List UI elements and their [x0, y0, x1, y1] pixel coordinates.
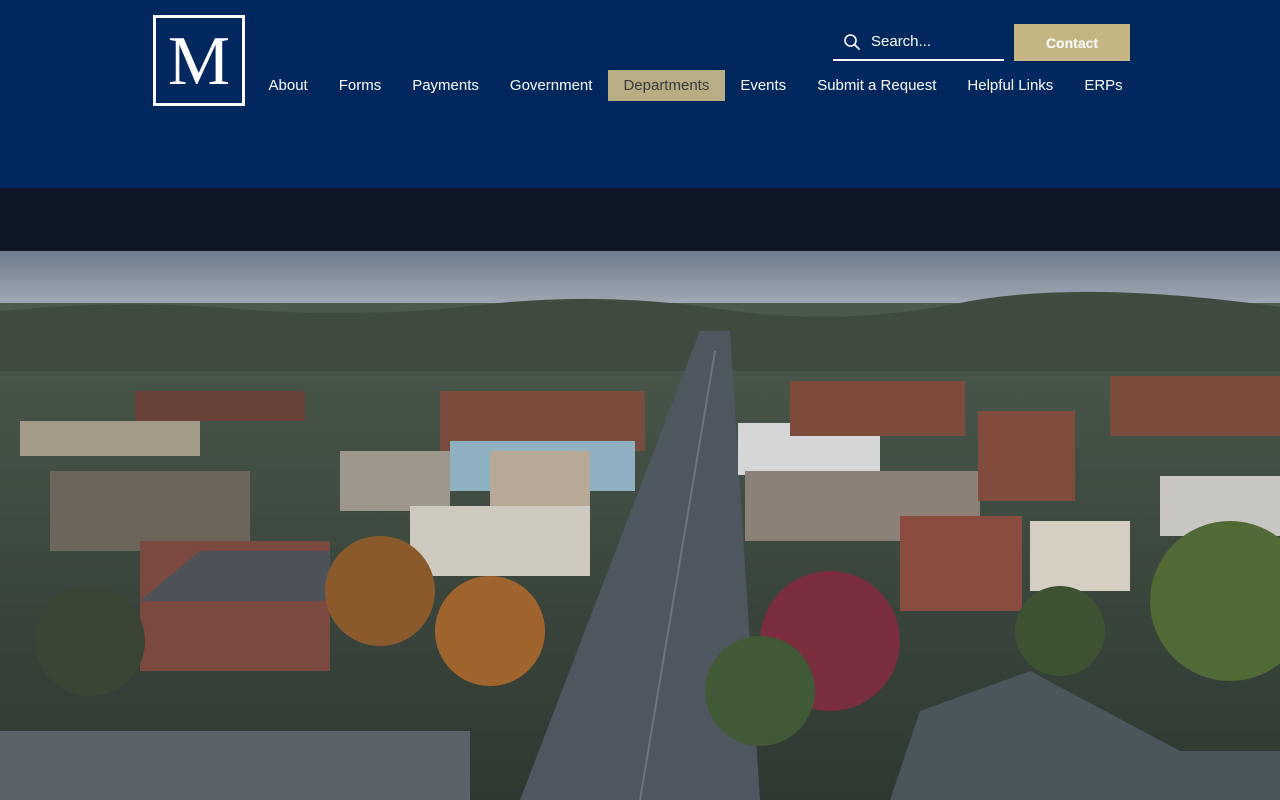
nav-item-submit-a-request[interactable]: Submit a Request [802, 70, 952, 101]
nav-item-helpful-links[interactable]: Helpful Links [952, 70, 1069, 101]
main-nav: About Forms Payments Government Departme… [253, 70, 1138, 101]
nav-item-about[interactable]: About [253, 70, 323, 101]
nav-item-events[interactable]: Events [725, 70, 802, 101]
logo-letter: M [167, 22, 231, 100]
nav-item-departments[interactable]: Departments [607, 70, 725, 101]
nav-item-forms[interactable]: Forms [323, 70, 397, 101]
site-logo[interactable]: M [153, 15, 245, 106]
contact-button[interactable]: Contact [1014, 24, 1130, 61]
site-header: M Contact About Forms Payments Governmen… [0, 0, 1280, 188]
search-input[interactable] [871, 33, 1001, 50]
nav-item-government[interactable]: Government [494, 70, 608, 101]
nav-item-payments[interactable]: Payments [397, 70, 495, 101]
search-box[interactable] [833, 24, 1004, 61]
dark-band [0, 188, 1280, 251]
search-icon [844, 33, 860, 50]
hero-aerial-photo [0, 251, 1280, 800]
nav-item-erps[interactable]: ERPs [1069, 70, 1138, 101]
